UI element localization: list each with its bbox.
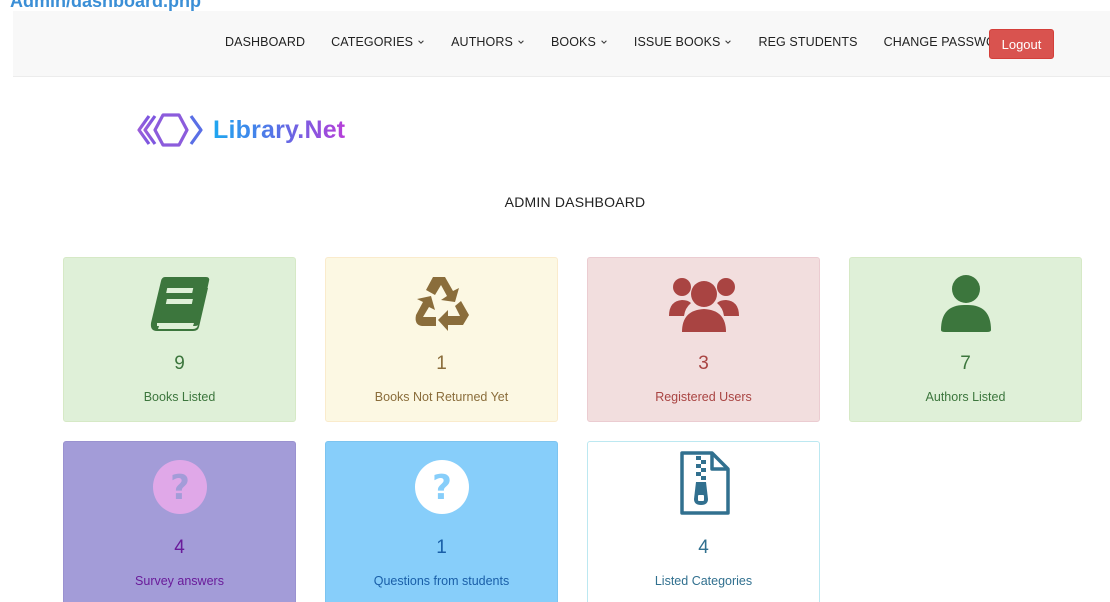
file-archive-icon: [679, 451, 730, 515]
survey-answers-label: Survey answers: [135, 574, 224, 588]
registered-users-label: Registered Users: [655, 390, 752, 404]
nav-reg-students[interactable]: REG STUDENTS: [758, 35, 857, 49]
page-path: Admin/dashboard.php: [10, 0, 201, 11]
survey-answers-count: 4: [174, 537, 185, 558]
chevron-down-icon: [518, 40, 524, 44]
nav-authors[interactable]: AUTHORS: [451, 35, 525, 49]
logout-button[interactable]: Logout: [989, 29, 1054, 59]
question-circle-icon: ?: [152, 460, 207, 514]
listed-categories-label: Listed Categories: [654, 574, 753, 588]
books-not-returned-count: 1: [436, 353, 447, 374]
page-title: ADMIN DASHBOARD: [504, 194, 646, 210]
card-authors-listed[interactable]: 7 Authors Listed: [849, 257, 1082, 422]
listed-categories-count: 4: [698, 537, 709, 558]
authors-listed-count: 7: [960, 353, 971, 374]
card-listed-categories[interactable]: 4 Listed Categories: [587, 441, 820, 602]
card-books-listed[interactable]: 9 Books Listed: [63, 257, 296, 422]
top-navbar: DASHBOARD CATEGORIES AUTHORS BOOKS ISSUE…: [13, 11, 1110, 77]
logo[interactable]: Library.Net: [135, 108, 345, 152]
registered-users-count: 3: [698, 353, 709, 374]
card-survey-answers[interactable]: ? 4 Survey answers: [63, 441, 296, 602]
question-circle-icon: ?: [414, 460, 469, 514]
books-listed-label: Books Listed: [143, 390, 216, 404]
user-icon: [940, 275, 991, 332]
logo-text: Library.Net: [213, 115, 346, 144]
books-listed-count: 9: [174, 353, 185, 374]
nav-menu: DASHBOARD CATEGORIES AUTHORS BOOKS ISSUE…: [225, 35, 1014, 49]
users-icon: [668, 278, 739, 332]
nav-books[interactable]: BOOKS: [551, 35, 608, 49]
book-icon: [150, 277, 209, 331]
card-registered-users[interactable]: 3 Registered Users: [587, 257, 820, 422]
authors-listed-label: Authors Listed: [925, 390, 1006, 404]
questions-label: Questions from students: [373, 574, 510, 588]
svg-text:?: ?: [170, 468, 190, 508]
card-questions-from-students[interactable]: ? 1 Questions from students: [325, 441, 558, 602]
chevron-down-icon: [725, 40, 732, 44]
recycle-icon: [415, 277, 469, 331]
chevron-down-icon: [418, 40, 424, 44]
books-not-returned-label: Books Not Returned Yet: [374, 390, 509, 404]
svg-text:?: ?: [432, 468, 452, 508]
card-books-not-returned[interactable]: 1 Books Not Returned Yet: [325, 257, 558, 422]
nav-categories[interactable]: CATEGORIES: [331, 35, 425, 49]
nav-dashboard[interactable]: DASHBOARD: [225, 35, 305, 49]
questions-count: 1: [436, 537, 447, 558]
nav-issue-books[interactable]: ISSUE BOOKS: [634, 35, 733, 49]
page: Admin/dashboard.php DASHBOARD CATEGORIES…: [0, 0, 1110, 602]
logo-mark-icon: [137, 113, 203, 147]
chevron-down-icon: [601, 40, 607, 44]
